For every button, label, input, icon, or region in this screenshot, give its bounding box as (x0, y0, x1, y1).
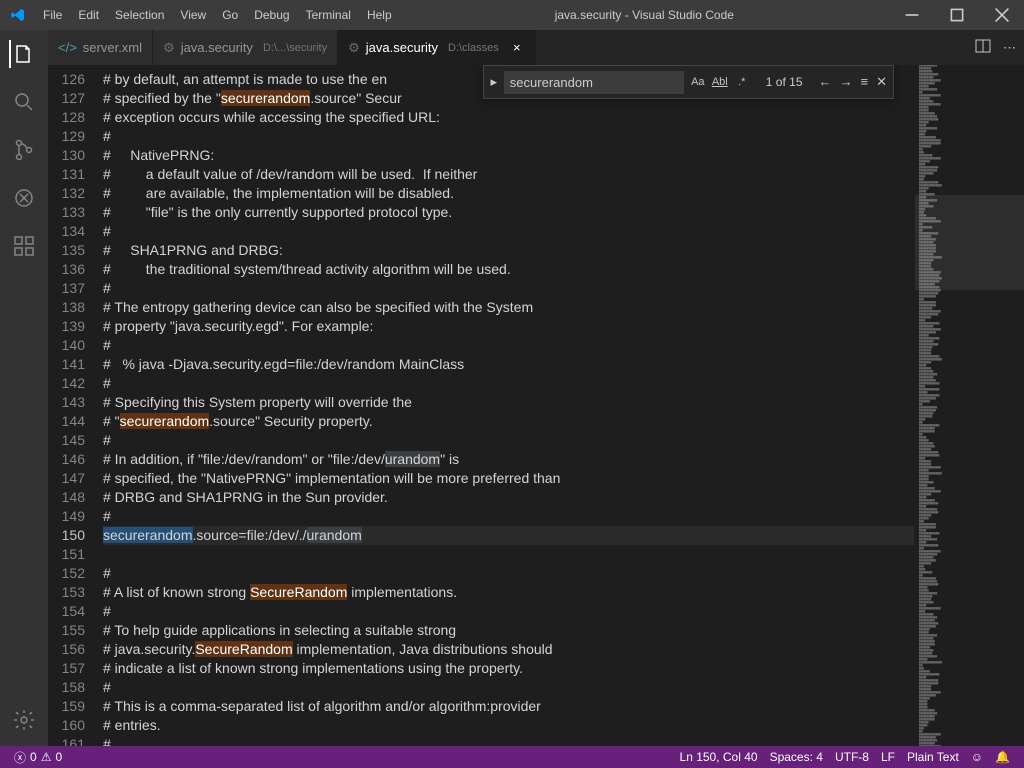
activity-bar (0, 30, 48, 746)
tab-bar: </> server.xml ⚙ java.security D:\...\se… (48, 30, 1024, 65)
tab-path: D:\...\security (263, 42, 327, 54)
tab-label: server.xml (83, 40, 142, 55)
tab-java-security-2[interactable]: ⚙ java.security D:\classes × (338, 30, 536, 65)
prev-match-icon[interactable]: ← (819, 74, 832, 90)
tab-java-security-1[interactable]: ⚙ java.security D:\...\security (153, 30, 338, 65)
debug-icon[interactable] (10, 184, 38, 212)
status-indent[interactable]: Spaces: 4 (764, 750, 829, 764)
menu-bar: File Edit Selection View Go Debug Termin… (35, 8, 400, 22)
menu-selection[interactable]: Selection (107, 8, 172, 22)
status-cursor[interactable]: Ln 150, Col 40 (674, 750, 764, 764)
minimap-viewport[interactable] (915, 195, 1024, 290)
menu-file[interactable]: File (35, 8, 70, 22)
window-title: java.security - Visual Studio Code (400, 8, 889, 22)
extensions-icon[interactable] (10, 232, 38, 260)
minimap[interactable]: ███████████████ ██████████ ███████████ █… (914, 65, 1024, 746)
tab-server-xml[interactable]: </> server.xml (48, 30, 153, 65)
close-button[interactable] (979, 0, 1024, 30)
close-icon[interactable]: × (509, 40, 525, 56)
find-input[interactable] (504, 71, 684, 94)
tab-label: java.security (181, 40, 253, 55)
tab-path: D:\classes (448, 42, 499, 54)
vscode-icon (0, 7, 35, 23)
minimize-button[interactable] (889, 0, 934, 30)
find-in-selection-icon[interactable]: ≡ (861, 74, 869, 90)
settings-gear-icon[interactable] (10, 706, 38, 734)
more-icon[interactable]: ⋯ (1003, 40, 1016, 56)
menu-edit[interactable]: Edit (70, 8, 107, 22)
error-icon: ⓧ (14, 749, 26, 766)
split-editor-icon[interactable] (975, 38, 991, 57)
expand-replace-icon[interactable]: ▸ (484, 74, 504, 90)
title-bar: File Edit Selection View Go Debug Termin… (0, 0, 1024, 30)
status-problems[interactable]: ⓧ0 ⚠0 (8, 749, 68, 766)
match-case-icon[interactable]: Aa (688, 72, 708, 92)
close-find-icon[interactable]: ✕ (876, 74, 887, 90)
tab-label: java.security (366, 40, 438, 55)
feedback-icon[interactable]: ☺ (965, 750, 989, 764)
status-encoding[interactable]: UTF-8 (829, 750, 875, 764)
find-widget: ▸ Aa Abl .* 1 of 15 ← → ≡ ✕ (483, 65, 894, 99)
next-match-icon[interactable]: → (840, 74, 853, 90)
search-icon[interactable] (10, 88, 38, 116)
notifications-icon[interactable]: 🔔 (989, 750, 1016, 764)
menu-view[interactable]: View (172, 8, 214, 22)
status-language[interactable]: Plain Text (901, 750, 965, 764)
menu-go[interactable]: Go (214, 8, 246, 22)
menu-terminal[interactable]: Terminal (298, 8, 359, 22)
menu-help[interactable]: Help (359, 8, 400, 22)
file-icon: </> (58, 40, 77, 55)
maximize-button[interactable] (934, 0, 979, 30)
code-area[interactable]: # by default, an attempt is made to use … (103, 65, 914, 746)
match-count: 1 of 15 (756, 75, 813, 89)
whole-word-icon[interactable]: Abl (710, 72, 730, 92)
status-bar: ⓧ0 ⚠0 Ln 150, Col 40 Spaces: 4 UTF-8 LF … (0, 746, 1024, 768)
warning-icon: ⚠ (41, 750, 52, 764)
line-gutter: 1261271281291301311321331341351361371381… (48, 65, 103, 746)
regex-icon[interactable]: .* (732, 72, 752, 92)
status-eol[interactable]: LF (875, 750, 901, 764)
gear-icon: ⚙ (348, 40, 360, 56)
gear-icon: ⚙ (163, 40, 175, 56)
source-control-icon[interactable] (10, 136, 38, 164)
explorer-icon[interactable] (9, 40, 37, 68)
menu-debug[interactable]: Debug (246, 8, 297, 22)
